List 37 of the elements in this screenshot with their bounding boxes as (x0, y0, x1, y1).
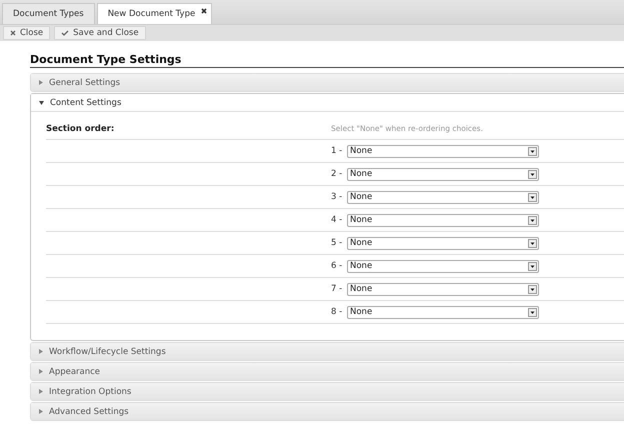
dropdown[interactable]: None (347, 282, 539, 296)
caret-right-icon (39, 409, 43, 414)
save-button[interactable]: Save and Close (54, 26, 146, 40)
order-number: 1 - (331, 146, 344, 156)
tab[interactable]: Document Types (2, 3, 95, 24)
close-icon[interactable] (201, 8, 208, 14)
caret-right-icon (39, 349, 43, 354)
order-number: 7 - (331, 284, 344, 294)
section-header[interactable]: Appearance (31, 363, 624, 380)
caret-down-icon (39, 100, 44, 104)
caret-right-icon (39, 369, 43, 374)
check-icon (61, 30, 70, 36)
dropdown[interactable]: None (347, 214, 539, 226)
field-label: Section order: (46, 124, 116, 134)
dropdown[interactable]: None (347, 168, 539, 180)
close-button[interactable]: Close (3, 26, 50, 40)
close-icon (10, 30, 16, 36)
dropdown[interactable]: None (347, 190, 539, 204)
order-number: 3 - (331, 192, 344, 202)
page-heading: Document Type Settings (30, 53, 624, 68)
section-header[interactable]: Workflow/Lifecycle Settings (31, 343, 624, 360)
order-number: 6 - (331, 261, 344, 271)
dropdown[interactable]: None (347, 236, 539, 250)
dropdown[interactable]: None (347, 144, 539, 158)
order-number: 5 - (331, 238, 344, 248)
order-number: 8 - (331, 307, 344, 317)
caret-right-icon (39, 80, 43, 85)
dropdown[interactable]: None (347, 306, 539, 318)
order-number: 4 - (331, 215, 344, 225)
caret-right-icon (39, 389, 43, 394)
dropdown[interactable]: None (347, 260, 539, 272)
section-header[interactable]: General Settings (31, 74, 624, 91)
order-number: 2 - (331, 169, 344, 179)
section-header[interactable]: Integration Options (31, 383, 624, 400)
section-header[interactable]: Content Settings (31, 94, 624, 112)
tab[interactable]: New Document Type (96, 3, 212, 24)
section-header[interactable]: Advanced Settings (31, 403, 624, 420)
